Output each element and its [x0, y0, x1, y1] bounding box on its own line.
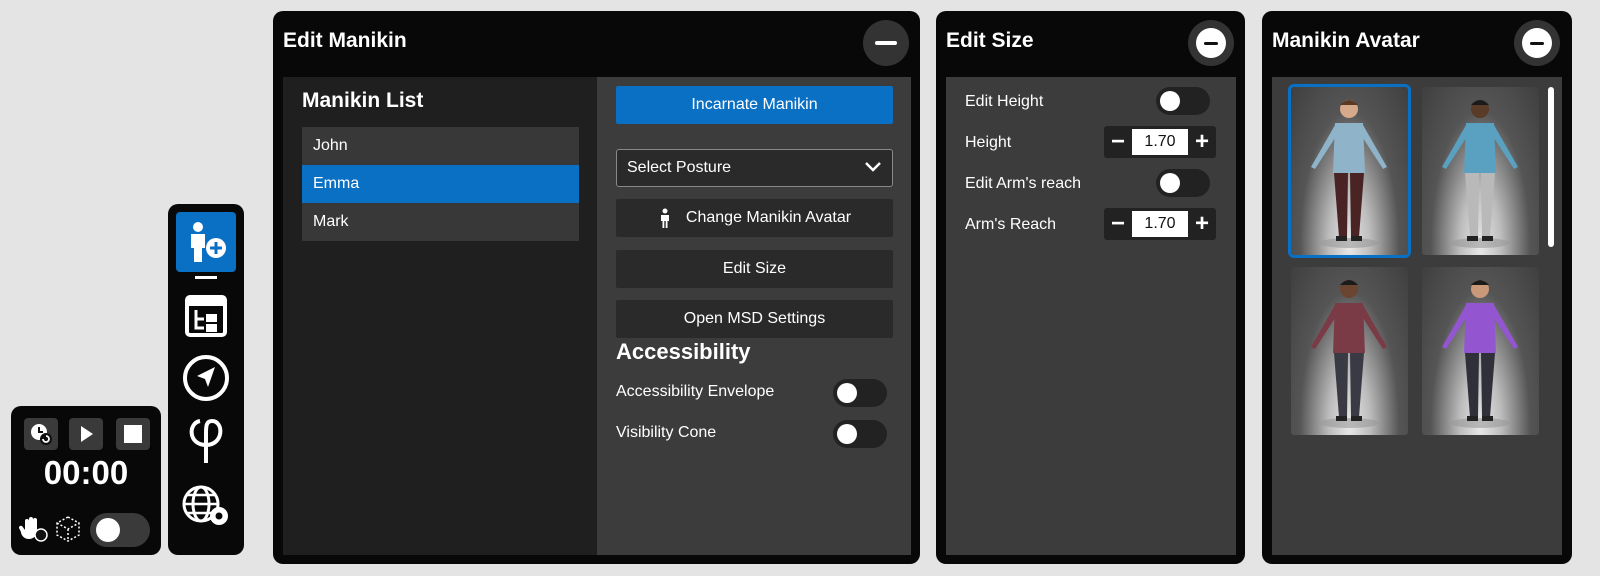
visibility-cone-label: Visibility Cone [616, 424, 717, 441]
edit-size-panel: Edit Size Edit Height Height − 1.70 + Ed… [936, 11, 1245, 564]
manikin-list-section: Manikin List John Emma Mark [283, 77, 597, 555]
avatar-scrollbar[interactable] [1548, 87, 1554, 247]
phi-icon [189, 418, 223, 463]
play-icon [81, 426, 93, 442]
timer-reset-button[interactable] [24, 418, 58, 450]
arm-reach-increment-button[interactable]: + [1188, 208, 1216, 240]
manikin-actions-section: Incarnate Manikin Select Posture Change … [597, 77, 911, 555]
phi-tool[interactable] [176, 410, 236, 470]
change-avatar-label: Change Manikin Avatar [685, 209, 852, 226]
arm-reach-input[interactable]: 1.70 [1132, 211, 1188, 237]
avatar-figure [1311, 100, 1387, 248]
accessibility-title: Accessibility [616, 339, 751, 364]
manikin-add-icon [191, 222, 226, 262]
timer-display: 00:00 [43, 454, 129, 491]
avatar-figure [1311, 280, 1387, 428]
edit-arm-reach-toggle[interactable] [1156, 169, 1210, 197]
stop-button[interactable] [116, 418, 150, 450]
height-decrement-button[interactable]: − [1104, 126, 1132, 158]
avatar-figure [1442, 100, 1518, 248]
height-increment-button[interactable]: + [1188, 126, 1216, 158]
avatar-grid [1272, 77, 1562, 555]
accessibility-envelope-toggle[interactable] [833, 379, 887, 407]
navigation-tool[interactable] [176, 348, 236, 408]
world-settings-tool[interactable] [176, 476, 236, 536]
minimize-button[interactable] [863, 20, 909, 66]
hierarchy-tool[interactable] [176, 286, 236, 346]
timer-toggle[interactable] [90, 513, 150, 547]
arm-reach-decrement-button[interactable]: − [1104, 208, 1132, 240]
arm-reach-label: Arm's Reach [965, 216, 1057, 233]
stop-icon [124, 425, 142, 443]
navigation-icon [183, 355, 229, 401]
minimize-button[interactable] [1188, 20, 1234, 66]
manikin-avatar-title: Manikin Avatar [1272, 29, 1420, 52]
accessibility-envelope-label: Accessibility Envelope [616, 383, 775, 400]
list-item[interactable]: Mark [302, 203, 579, 241]
height-input[interactable]: 1.70 [1132, 129, 1188, 155]
incarnate-manikin-button[interactable]: Incarnate Manikin [616, 86, 893, 124]
avatar-card[interactable] [1288, 84, 1411, 258]
list-item[interactable]: Emma [302, 165, 579, 203]
avatar-card[interactable] [1422, 87, 1539, 255]
person-icon [660, 208, 669, 228]
toolbar-divider [195, 276, 217, 279]
avatar-figure [1442, 280, 1518, 428]
play-button[interactable] [69, 418, 103, 450]
minimize-button[interactable] [1514, 20, 1560, 66]
height-stepper: − 1.70 + [1104, 126, 1216, 158]
hierarchy-icon [185, 295, 227, 337]
clock-reset-icon [31, 424, 52, 445]
change-avatar-button[interactable]: Change Manikin Avatar [616, 199, 893, 237]
edit-manikin-panel: Edit Manikin Manikin List John Emma Mark… [273, 11, 920, 564]
posture-select-value: Select Posture [627, 159, 732, 176]
list-item[interactable]: John [302, 127, 579, 165]
avatar-card[interactable] [1291, 267, 1408, 435]
timer-panel: 00:00 [11, 406, 161, 555]
edit-manikin-title: Edit Manikin [283, 29, 407, 52]
edit-size-button[interactable]: Edit Size [616, 250, 893, 288]
size-settings-section: Edit Height Height − 1.70 + Edit Arm's r… [946, 77, 1236, 555]
posture-select[interactable]: Select Posture [616, 149, 893, 187]
arm-reach-stepper: − 1.70 + [1104, 208, 1216, 240]
edit-size-title: Edit Size [946, 29, 1034, 52]
edit-arm-reach-label: Edit Arm's reach [965, 175, 1081, 192]
edit-height-label: Edit Height [965, 93, 1044, 110]
avatar-card[interactable] [1422, 267, 1539, 435]
chevron-down-icon [865, 162, 881, 172]
visibility-cone-toggle[interactable] [833, 420, 887, 448]
manikin-list-title: Manikin List [302, 89, 424, 112]
edit-height-toggle[interactable] [1156, 87, 1210, 115]
add-manikin-tool[interactable] [176, 212, 236, 272]
open-msd-settings-button[interactable]: Open MSD Settings [616, 300, 893, 338]
height-label: Height [965, 134, 1012, 151]
vertical-toolbar [168, 204, 244, 555]
cube-icon[interactable] [53, 514, 83, 544]
hand-sync-icon[interactable] [19, 514, 49, 544]
globe-gear-icon [182, 485, 228, 525]
manikin-avatar-panel: Manikin Avatar [1262, 11, 1572, 564]
